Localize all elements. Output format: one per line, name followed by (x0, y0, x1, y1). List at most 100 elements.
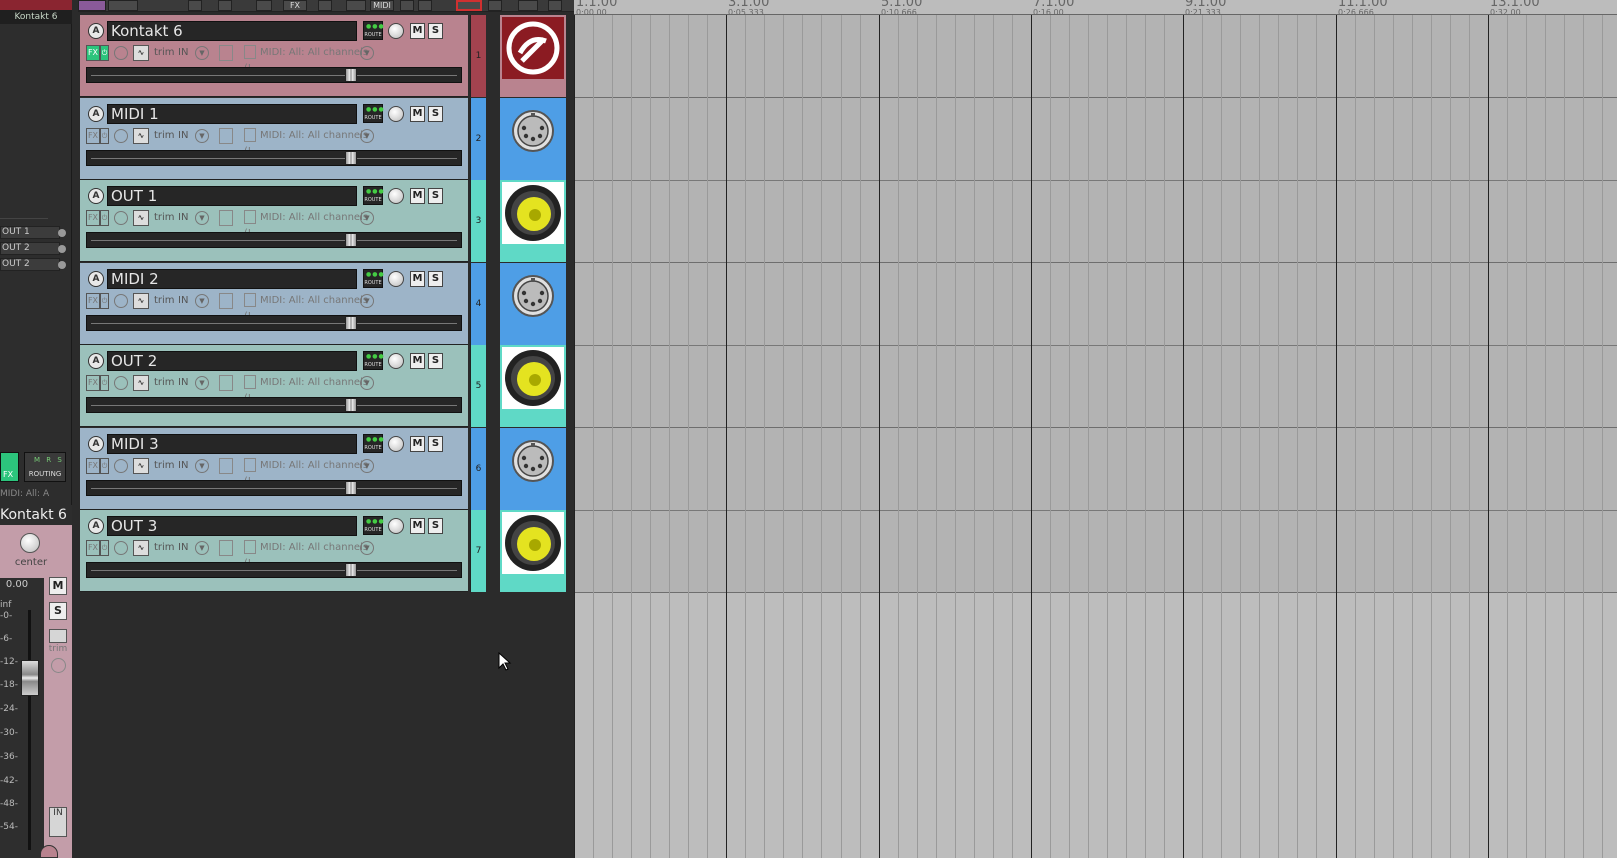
chevron-down-icon[interactable]: ▼ (360, 459, 374, 473)
fader-cap[interactable] (345, 151, 357, 165)
midi-port-icon[interactable] (500, 98, 566, 180)
record-arm-button[interactable]: A (88, 271, 104, 287)
mute-button[interactable]: M (410, 353, 425, 369)
monitor-icon[interactable] (219, 375, 233, 391)
mixer-mute-button[interactable]: M (49, 577, 67, 595)
midi-port-icon[interactable] (500, 263, 566, 345)
mixer-routing-button[interactable]: M R S ROUTING (24, 452, 66, 482)
fader-cap[interactable] (345, 563, 357, 577)
midi-input-select[interactable]: MIDI: All: All channels (I (244, 458, 374, 487)
volume-fader[interactable] (21, 660, 39, 696)
midi-input-select[interactable]: MIDI: All: All channels (I (244, 375, 374, 404)
volume-fader[interactable] (86, 562, 462, 578)
track-panel[interactable]: A OUT 2 ●●● ROUTE M S FX ⏻ ∿ trim IN ▼ MIDI: All: Al… (80, 345, 468, 427)
phase-icon[interactable] (114, 129, 128, 143)
fx-power-icon[interactable]: ⏻ (100, 540, 109, 556)
solo-button[interactable]: S (428, 271, 443, 287)
route-button[interactable]: ●●● ROUTE (363, 104, 384, 123)
track-name-field[interactable]: MIDI 2 (107, 269, 357, 289)
fader-cap[interactable] (345, 233, 357, 247)
send-knob-icon[interactable] (58, 229, 66, 237)
toolbar-button[interactable] (78, 0, 106, 11)
mute-button[interactable]: M (410, 271, 425, 287)
chevron-down-icon[interactable]: ▼ (360, 294, 374, 308)
midi-input-select[interactable]: MIDI: All: All channels (I (244, 210, 374, 239)
track-number[interactable]: 1 (470, 15, 486, 97)
envelope-icon[interactable]: ∿ (133, 45, 149, 61)
volume-fader[interactable] (86, 480, 462, 496)
input-monitor-button[interactable]: IN (178, 458, 188, 474)
monitor-icon[interactable] (219, 458, 233, 474)
track-panel[interactable]: A MIDI 3 ●●● ROUTE M S FX ⏻ ∿ trim IN ▼ MIDI: All: A… (80, 428, 468, 510)
envelope-icon[interactable]: ∿ (133, 210, 149, 226)
volume-knob[interactable] (388, 188, 404, 204)
speaker-icon[interactable] (500, 345, 566, 427)
fx-power-icon[interactable]: ⏻ (100, 293, 109, 309)
window-icon[interactable] (346, 0, 366, 11)
track-panel[interactable]: A OUT 3 ●●● ROUTE M S FX ⏻ ∿ trim IN ▼ MIDI: All: Al… (80, 510, 468, 592)
monitor-icon[interactable] (219, 540, 233, 556)
solo-button[interactable]: S (428, 106, 443, 122)
input-monitor-button[interactable]: IN (178, 45, 188, 61)
track-name-field[interactable]: OUT 3 (107, 516, 357, 536)
record-arm-icon[interactable] (40, 845, 58, 858)
marker-icon[interactable] (218, 0, 232, 11)
fader-cap[interactable] (345, 316, 357, 330)
route-button[interactable]: ●●● ROUTE (363, 434, 384, 453)
envelope-icon[interactable]: ∿ (133, 128, 149, 144)
midi-input-select[interactable]: MIDI: All: All channels (I (244, 540, 374, 569)
midi-input-select[interactable]: MIDI: All: All channels (I (244, 45, 374, 74)
mute-button[interactable]: M (410, 518, 425, 534)
volume-knob[interactable] (388, 271, 404, 287)
track-name-field[interactable]: OUT 2 (107, 351, 357, 371)
track-panel[interactable]: A OUT 1 ●●● ROUTE M S FX ⏻ ∿ trim IN ▼ MIDI: All: Al… (80, 180, 468, 262)
track-lane[interactable] (574, 428, 1617, 510)
fx-power-icon[interactable]: ⏻ (100, 210, 109, 226)
track-lane[interactable] (574, 263, 1617, 345)
fx-power-icon[interactable]: ⏻ (100, 45, 109, 61)
volume-knob[interactable] (388, 106, 404, 122)
fx-power-icon[interactable]: ⏻ (100, 375, 109, 391)
chevron-down-icon[interactable]: ▼ (360, 376, 374, 390)
track-panel[interactable]: A MIDI 1 ●●● ROUTE M S FX ⏻ ∿ trim IN ▼ MIDI: All: A… (80, 98, 468, 180)
volume-knob[interactable] (388, 518, 404, 534)
phase-icon[interactable] (114, 211, 128, 225)
midi-input-select[interactable]: MIDI: All: All channels (I (244, 293, 374, 322)
input-monitor-button[interactable]: IN (178, 375, 188, 391)
toolbar-fx-button[interactable]: FX (283, 0, 307, 11)
chevron-down-icon[interactable]: ▼ (195, 211, 209, 225)
route-button[interactable]: ●●● ROUTE (363, 21, 384, 40)
envelope-icon[interactable]: ∿ (133, 293, 149, 309)
hand-icon[interactable] (400, 0, 414, 11)
mixer-solo-button[interactable]: S (49, 602, 67, 620)
envelope-button[interactable] (456, 0, 482, 11)
envelope-icon[interactable]: ∿ (133, 540, 149, 556)
arrow-icon[interactable] (318, 0, 332, 11)
fx-power-icon[interactable]: ⏻ (100, 128, 109, 144)
track-lane[interactable] (574, 345, 1617, 427)
fx-power-icon[interactable]: ⏻ (100, 458, 109, 474)
midi-input-select[interactable]: MIDI: All: All channels (I (244, 128, 374, 157)
pan-knob[interactable] (20, 533, 40, 553)
midi-port-icon[interactable] (500, 428, 566, 510)
track-lane[interactable] (574, 180, 1617, 262)
envelope-icon[interactable] (49, 629, 67, 643)
chevron-down-icon[interactable]: ▼ (195, 294, 209, 308)
input-monitor-button[interactable]: IN (178, 540, 188, 556)
track-name-field[interactable]: MIDI 3 (107, 434, 357, 454)
track-name-field[interactable]: Kontakt 6 (107, 21, 357, 41)
send-knob-icon[interactable] (58, 245, 66, 253)
mute-button[interactable]: M (410, 436, 425, 452)
monitor-icon[interactable] (219, 293, 233, 309)
route-button[interactable]: ●●● ROUTE (363, 186, 384, 205)
chevron-down-icon[interactable]: ▼ (195, 376, 209, 390)
track-lane[interactable] (574, 15, 1617, 97)
chevron-down-icon[interactable]: ▼ (195, 541, 209, 555)
mixer-midi-input[interactable]: MIDI: All: A (0, 488, 66, 501)
input-monitor-button[interactable]: IN (178, 128, 188, 144)
toolbar-button[interactable] (518, 0, 538, 11)
solo-button[interactable]: S (428, 518, 443, 534)
input-monitor-button[interactable]: IN (178, 293, 188, 309)
speaker-icon[interactable] (500, 180, 566, 262)
output-send-2[interactable]: OUT 2 (0, 242, 60, 255)
